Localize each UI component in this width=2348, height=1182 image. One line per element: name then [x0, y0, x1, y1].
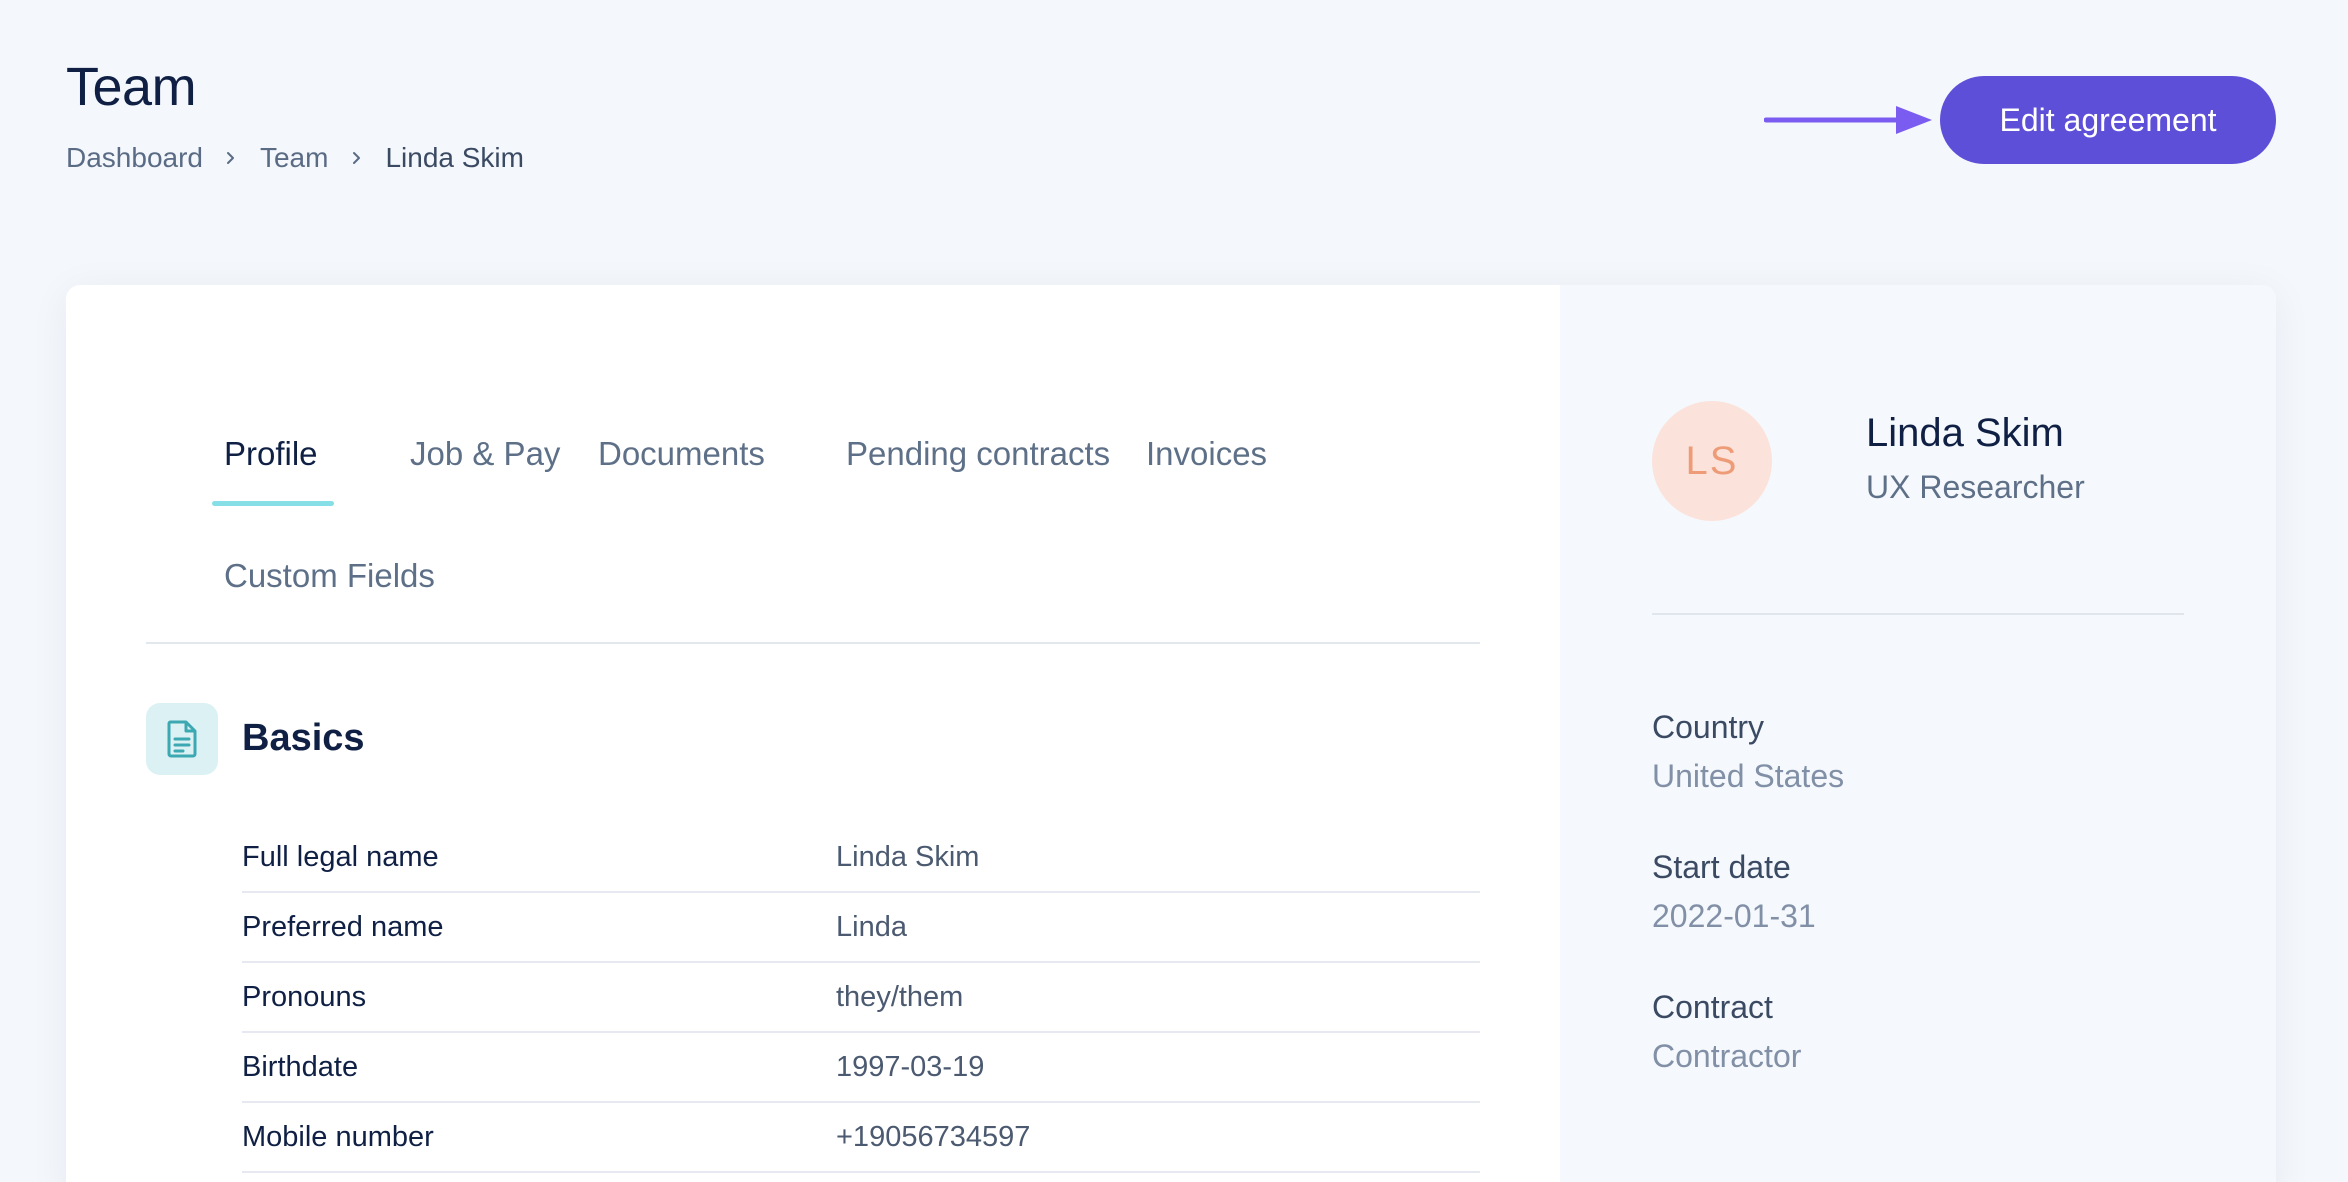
field-label: Full legal name — [242, 840, 439, 873]
field-label: Pronouns — [242, 980, 367, 1013]
chevron-right-icon — [203, 151, 260, 165]
active-tab-indicator — [212, 501, 334, 506]
breadcrumb-dashboard[interactable]: Dashboard — [66, 142, 203, 174]
edit-agreement-button[interactable]: Edit agreement — [1940, 76, 2276, 164]
field-row-birthdate: Birthdate 1997-03-19 — [242, 1033, 1480, 1103]
country-value: United States — [1652, 758, 1845, 794]
sidebar-divider — [1652, 613, 2184, 615]
page: Team Dashboard Team Linda Skim Edit agre… — [0, 0, 2348, 1182]
field-value: +19056734597 — [836, 1120, 1031, 1153]
breadcrumb: Dashboard Team Linda Skim — [66, 142, 524, 174]
country-info: Country United States — [1652, 709, 1844, 795]
page-title: Team — [66, 57, 197, 117]
tab-documents[interactable]: Documents — [598, 435, 765, 473]
field-value: 1997-03-19 — [836, 1050, 985, 1083]
field-row-preferred-name: Preferred name Linda — [242, 893, 1480, 963]
tab-job-and-pay[interactable]: Job & Pay — [410, 435, 560, 473]
tab-pending-contracts[interactable]: Pending contracts — [846, 435, 1110, 473]
chevron-right-icon — [328, 151, 385, 165]
breadcrumb-team[interactable]: Team — [260, 142, 328, 174]
field-row-full-legal-name: Full legal name Linda Skim — [242, 823, 1480, 893]
arrow-right-icon — [1764, 106, 1932, 134]
start-date-value: 2022-01-31 — [1652, 898, 1816, 934]
contract-value: Contractor — [1652, 1038, 1802, 1074]
country-label: Country — [1652, 709, 1765, 745]
field-value: they/them — [836, 980, 964, 1013]
profile-sidebar: LS Linda Skim UX Researcher Country Unit… — [1560, 285, 2276, 1182]
tab-invoices[interactable]: Invoices — [1146, 435, 1267, 473]
basics-field-list: Full legal name Linda Skim Preferred nam… — [242, 823, 1480, 1173]
field-row-pronouns: Pronouns they/them — [242, 963, 1480, 1033]
field-label: Preferred name — [242, 910, 444, 943]
field-value: Linda — [836, 910, 907, 943]
field-label: Birthdate — [242, 1050, 359, 1083]
basics-title: Basics — [242, 717, 365, 759]
field-label: Mobile number — [242, 1120, 434, 1153]
field-row-mobile-number: Mobile number +19056734597 — [242, 1103, 1480, 1173]
document-icon — [146, 703, 218, 775]
tab-custom-fields[interactable]: Custom Fields — [224, 557, 435, 595]
person-name: Linda Skim — [1866, 411, 2064, 455]
tabs-divider — [146, 642, 1480, 644]
contract-info: Contract Contractor — [1652, 989, 1801, 1075]
breadcrumb-current: Linda Skim — [385, 142, 524, 173]
person-role: UX Researcher — [1866, 469, 2085, 505]
start-date-info: Start date 2022-01-31 — [1652, 849, 1816, 935]
start-date-label: Start date — [1652, 849, 1791, 885]
field-value: Linda Skim — [836, 840, 980, 873]
avatar: LS — [1652, 401, 1772, 521]
tab-profile[interactable]: Profile — [224, 435, 318, 473]
contract-label: Contract — [1652, 989, 1773, 1025]
